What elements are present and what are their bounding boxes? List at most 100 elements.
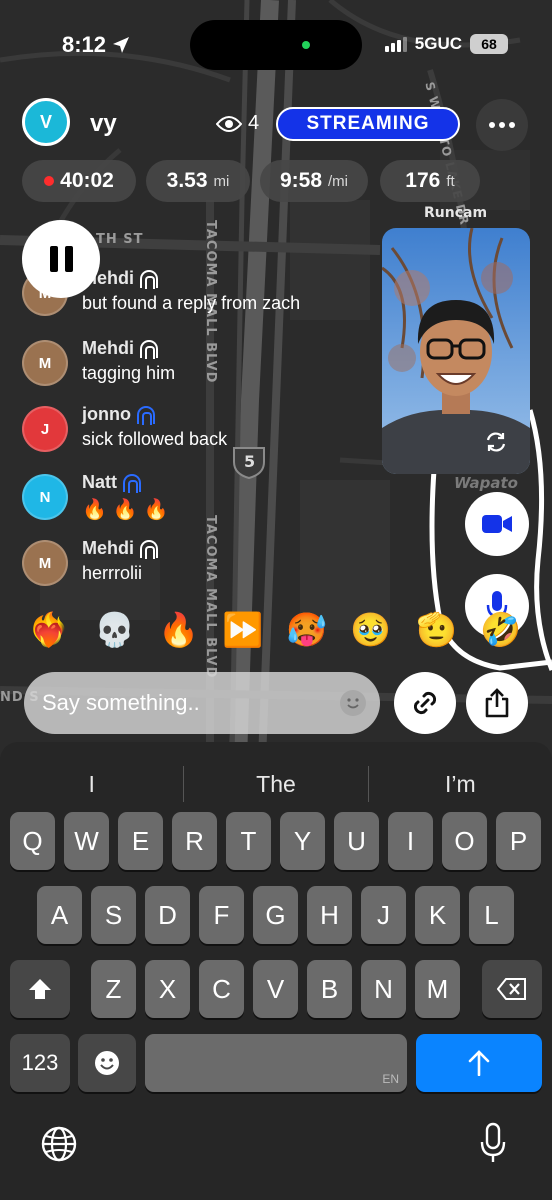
dictation-microphone-icon[interactable] (480, 1122, 506, 1164)
key-w[interactable]: W (64, 812, 109, 870)
backspace-key[interactable] (482, 960, 542, 1018)
chat-text: but found a reply from zach (82, 293, 301, 313)
key-b[interactable]: B (307, 960, 352, 1018)
stat-distance: 3.53 mi (146, 160, 250, 202)
send-key[interactable] (416, 1034, 542, 1092)
suggestion[interactable]: I’m (369, 752, 552, 816)
emoji-picker-icon[interactable] (340, 690, 366, 716)
key-y[interactable]: Y (280, 812, 325, 870)
key-m[interactable]: M (415, 960, 460, 1018)
streamer-username[interactable]: vy (90, 110, 117, 138)
chat-input[interactable] (42, 690, 332, 716)
key-j[interactable]: J (361, 886, 406, 944)
link-icon (413, 691, 437, 715)
stat-pace-unit: /mi (328, 172, 349, 190)
network-type: 5GUC (414, 34, 462, 53)
key-d[interactable]: D (145, 886, 190, 944)
battery-icon: 68 (470, 34, 508, 54)
key-g[interactable]: G (253, 886, 298, 944)
ellipsis-icon (489, 122, 515, 128)
chat-username: Mehdi (82, 268, 300, 289)
chat-avatar[interactable]: J (22, 406, 68, 452)
key-o[interactable]: O (442, 812, 487, 870)
pause-icon-bar (49, 246, 58, 272)
key-s[interactable]: S (91, 886, 136, 944)
location-arrow-icon (113, 37, 130, 53)
key-z[interactable]: Z (91, 960, 136, 1018)
key-q[interactable]: Q (10, 812, 55, 870)
chat-username: Natt (82, 472, 175, 493)
key-u[interactable]: U (334, 812, 379, 870)
stat-distance-value: 3.53 (166, 169, 208, 192)
chat-text: 🔥🔥🔥 (82, 499, 175, 521)
keyboard-language: EN (382, 1072, 399, 1086)
stat-elevation: 176 ft (380, 160, 480, 202)
chat-message: N Natt 🔥🔥🔥 (22, 472, 175, 522)
video-toggle-button[interactable] (465, 492, 529, 556)
chat-username-text: Natt (82, 472, 117, 492)
chat-username-text: jonno (82, 404, 131, 424)
reaction-rofl[interactable]: 🤣 (480, 608, 521, 652)
stat-pace: 9:58 /mi (260, 160, 368, 202)
key-v[interactable]: V (253, 960, 298, 1018)
globe-icon[interactable] (40, 1125, 78, 1163)
backspace-icon (497, 978, 526, 1000)
chat-text: herrrolii (82, 563, 143, 583)
space-key[interactable]: EN (145, 1034, 407, 1092)
member-badge-icon (140, 539, 158, 559)
stat-distance-unit: mi (213, 172, 230, 190)
key-i[interactable]: I (388, 812, 433, 870)
flip-camera-icon[interactable] (484, 430, 508, 454)
map-label-street: TH ST (96, 232, 144, 247)
eye-icon (216, 115, 242, 132)
pause-button[interactable] (22, 220, 100, 298)
suggestion[interactable]: The (184, 752, 367, 816)
chat-username-text: Mehdi (82, 338, 134, 358)
share-icon (485, 688, 509, 718)
key-n[interactable]: N (361, 960, 406, 1018)
key-e[interactable]: E (118, 812, 163, 870)
streamer-avatar[interactable]: V (22, 98, 70, 146)
member-badge-icon (123, 473, 141, 493)
reaction-fast-forward[interactable]: ⏩ (222, 608, 263, 652)
viewer-count-value: 4 (248, 112, 260, 134)
chat-username: jonno (82, 404, 227, 425)
stat-duration-value: 40:02 (60, 169, 114, 192)
chat-avatar[interactable]: M (22, 340, 68, 386)
copy-link-button[interactable] (394, 672, 456, 734)
share-button[interactable] (466, 672, 528, 734)
key-l[interactable]: L (469, 886, 514, 944)
chat-avatar[interactable]: M (22, 540, 68, 586)
key-p[interactable]: P (496, 812, 541, 870)
emoji-key[interactable] (78, 1034, 136, 1092)
reaction-saluting-face[interactable]: 🫡 (416, 608, 457, 652)
key-a[interactable]: A (37, 886, 82, 944)
numbers-key[interactable]: 123 (10, 1034, 70, 1092)
cellular-signal-icon (384, 36, 407, 52)
predictive-text-bar: I The I’m (0, 752, 552, 816)
reaction-pleading-face[interactable]: 🥹 (350, 608, 391, 652)
key-x[interactable]: X (145, 960, 190, 1018)
key-r[interactable]: R (172, 812, 217, 870)
streamer-avatar-letter: V (39, 111, 52, 132)
more-options-button[interactable] (476, 99, 528, 151)
key-h[interactable]: H (307, 886, 352, 944)
key-f[interactable]: F (199, 886, 244, 944)
shift-arrow-icon (29, 979, 51, 999)
key-t[interactable]: T (226, 812, 271, 870)
reaction-fire[interactable]: 🔥 (158, 608, 199, 652)
chat-message: M Mehdi tagging him (22, 338, 175, 386)
key-k[interactable]: K (415, 886, 460, 944)
key-c[interactable]: C (199, 960, 244, 1018)
shift-key[interactable] (10, 960, 70, 1018)
reaction-hot-face[interactable]: 🥵 (286, 608, 327, 652)
member-badge-icon (136, 405, 155, 425)
suggestion[interactable]: I (0, 752, 183, 816)
reaction-bar: ❤️‍🔥 💀 🔥 ⏩ 🥵 🥹 🫡 🤣 (28, 608, 538, 656)
chat-avatar[interactable]: N (22, 474, 68, 520)
viewer-count[interactable]: 4 (216, 112, 259, 135)
reaction-heart-on-fire[interactable]: ❤️‍🔥 (28, 608, 69, 652)
map-label-runcam: Runcam (424, 205, 488, 221)
reaction-skull[interactable]: 💀 (94, 608, 135, 652)
chat-text: sick followed back (82, 429, 228, 449)
